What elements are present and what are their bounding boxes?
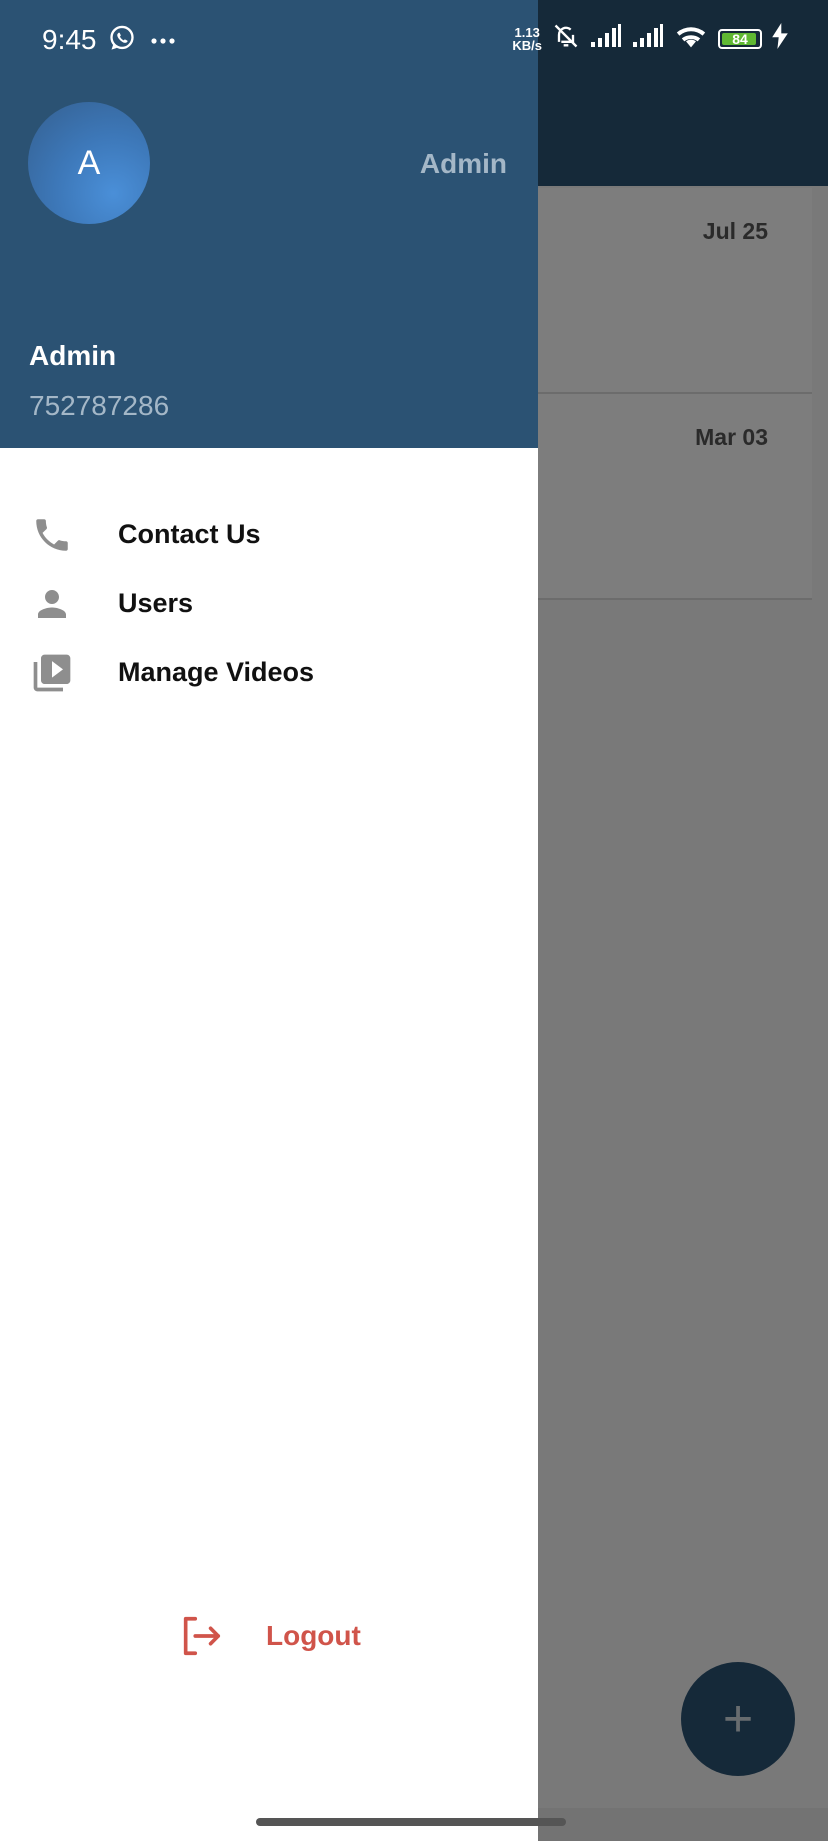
status-notification-icons [108,24,176,57]
user-role: Admin [419,148,507,179]
battery-indicator: 84 [718,28,762,49]
net-speed-value: 1.13 [514,24,540,40]
phone-icon [30,513,74,557]
signal-icon [590,24,622,53]
logout-button[interactable]: Logout [178,1613,361,1664]
network-speed: 1.13 KB/s [512,26,542,52]
status-time: 9:45 [42,24,97,55]
navigation-drawer: A Admin Admin 752787286 Contact Us Users… [0,0,538,1841]
battery-level: 84 [732,30,748,47]
user-name: Admin [29,340,117,371]
video-library-icon [30,651,74,695]
status-bar: 9:45 1.13 KB/s 84 [0,0,828,80]
charging-icon [772,23,788,54]
drawer-menu: Contact Us Users Manage Videos [0,500,538,707]
net-speed-unit: KB/s [512,37,542,53]
more-dots-icon [150,32,176,50]
menu-item-manage-videos[interactable]: Manage Videos [0,638,538,707]
menu-item-users[interactable]: Users [0,569,538,638]
whatsapp-icon [108,24,136,57]
logout-label: Logout [266,1620,361,1651]
signal-icon [632,24,664,53]
user-phone: 752787286 [29,390,170,421]
menu-label: Manage Videos [118,657,315,687]
avatar-letter: A [77,143,101,182]
bell-off-icon [552,22,580,55]
wifi-icon [674,23,708,54]
menu-item-contact-us[interactable]: Contact Us [0,500,538,569]
home-indicator[interactable] [256,1818,566,1826]
status-system-icons: 1.13 KB/s 84 [512,22,788,55]
avatar[interactable]: A [28,102,150,224]
logout-icon [178,1613,224,1664]
menu-label: Contact Us [118,519,261,549]
person-icon [30,582,74,626]
menu-label: Users [118,588,194,618]
